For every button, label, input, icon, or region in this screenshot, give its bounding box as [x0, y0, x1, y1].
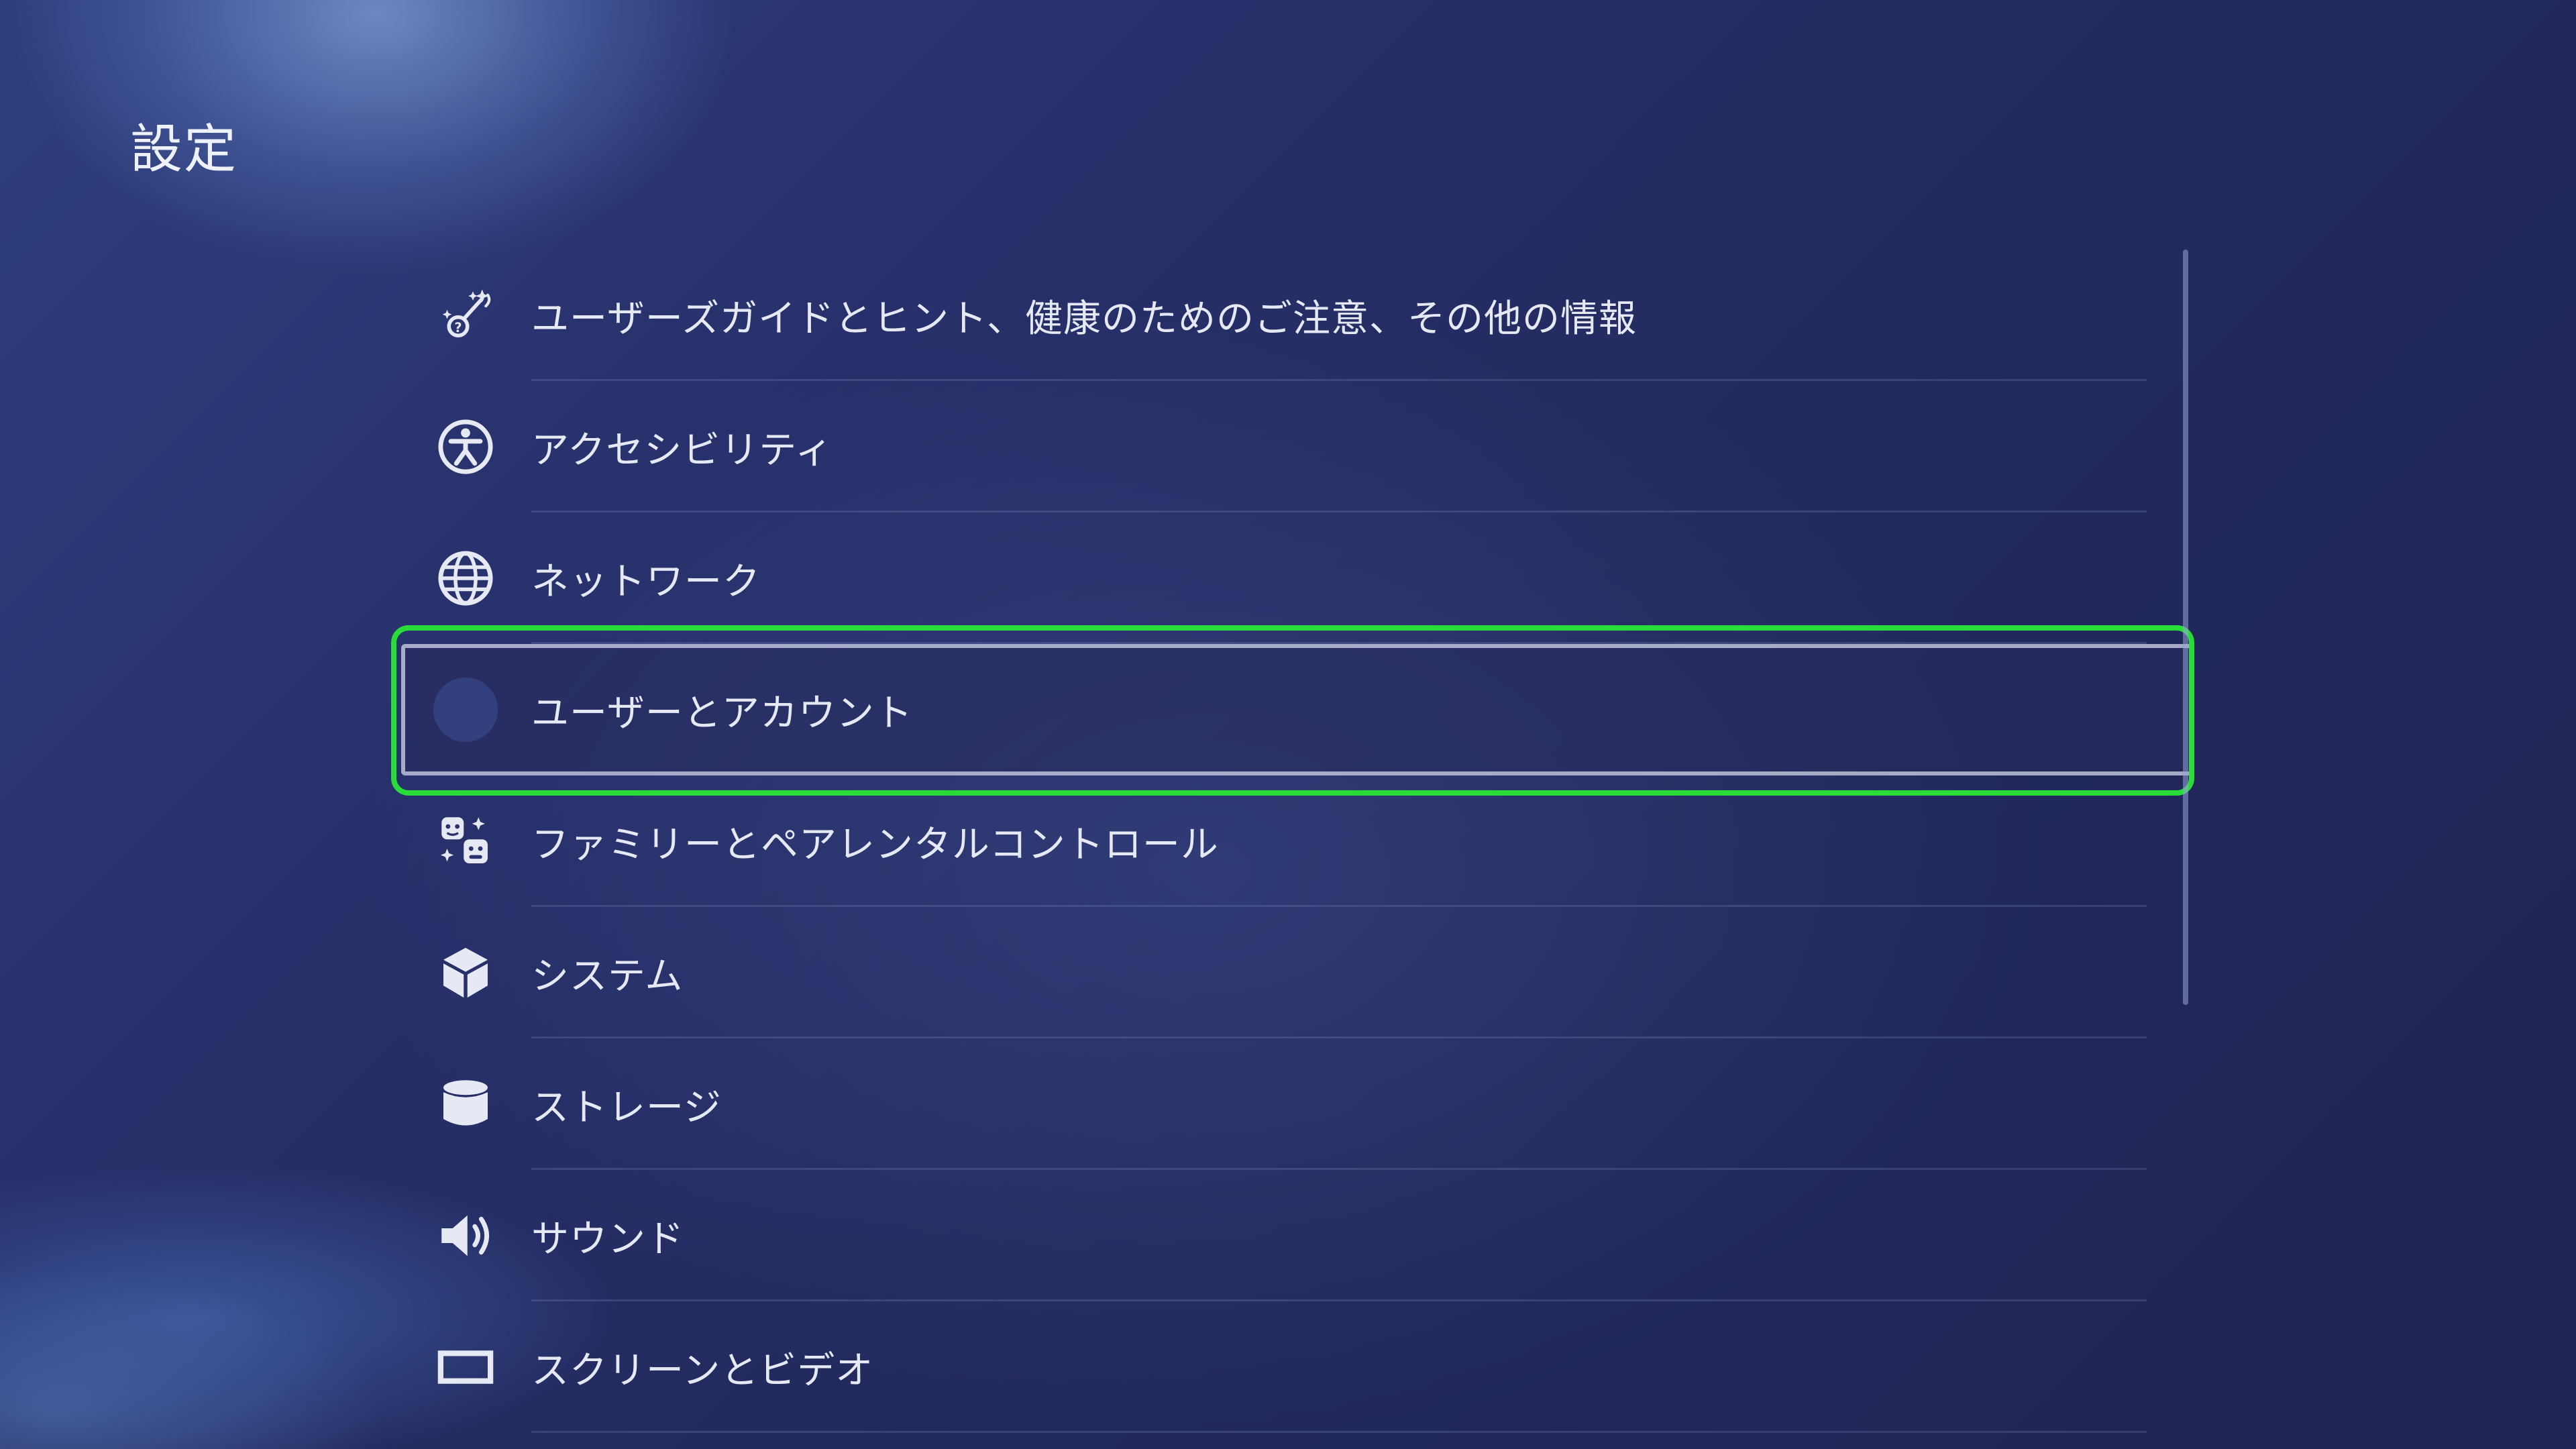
scrollbar[interactable]: [2183, 250, 2188, 1005]
menu-item-label: ストレージ: [531, 1085, 722, 1130]
screen-icon: [432, 1334, 499, 1401]
menu-item-label: ユーザーズガイドとヒント、健康のためのご注意、その他の情報: [531, 297, 1637, 341]
menu-item-users-guide[interactable]: ? ユーザーズガイドとヒント、健康のためのご注意、その他の情報: [401, 250, 2194, 381]
cube-icon: [432, 939, 499, 1006]
menu-item-screen-video[interactable]: スクリーンとビデオ: [401, 1301, 2194, 1433]
menu-item-label: ユーザーとアカウント: [531, 691, 913, 735]
menu-item-sound[interactable]: サウンド: [401, 1170, 2194, 1301]
divider: [531, 1431, 2147, 1433]
menu-item-label: スクリーンとビデオ: [531, 1348, 874, 1393]
accessibility-icon: [432, 413, 499, 480]
globe-icon: [432, 545, 499, 612]
avatar: [433, 678, 498, 742]
user-avatar-icon: [432, 676, 499, 743]
menu-item-accessibility[interactable]: アクセシビリティ: [401, 381, 2194, 513]
menu-item-label: サウンド: [531, 1217, 684, 1261]
settings-menu: ? ユーザーズガイドとヒント、健康のためのご注意、その他の情報 アクセシビリティ: [401, 250, 2194, 1433]
menu-item-system[interactable]: システム: [401, 907, 2194, 1038]
family-icon: [432, 808, 499, 875]
menu-item-users-accounts[interactable]: ユーザーとアカウント: [401, 644, 2194, 775]
storage-cylinder-icon: [432, 1071, 499, 1138]
guide-sparkle-icon: ?: [432, 282, 499, 349]
speaker-icon: [432, 1202, 499, 1269]
menu-item-label: ネットワーク: [531, 559, 761, 604]
page-title: 設定: [130, 119, 238, 180]
svg-text:?: ?: [454, 320, 462, 335]
menu-item-label: システム: [531, 954, 684, 998]
menu-item-family[interactable]: ファミリーとペアレンタルコントロール: [401, 775, 2194, 907]
menu-item-label: ファミリーとペアレンタルコントロール: [531, 822, 1219, 867]
menu-item-label: アクセシビリティ: [531, 428, 833, 472]
menu-item-storage[interactable]: ストレージ: [401, 1038, 2194, 1170]
menu-item-network[interactable]: ネットワーク: [401, 513, 2194, 644]
